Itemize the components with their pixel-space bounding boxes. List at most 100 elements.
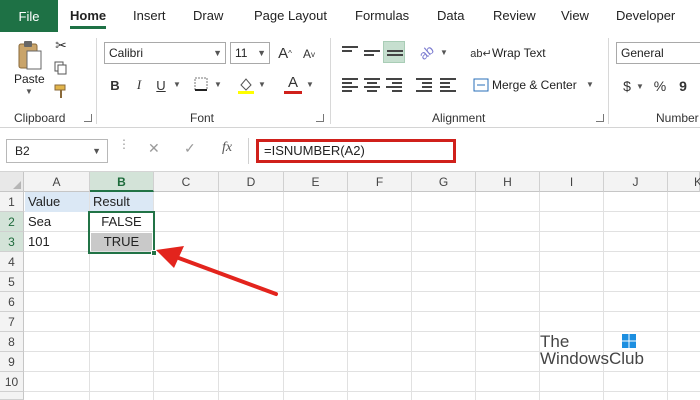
increase-font-size-button[interactable]: A ^ — [276, 42, 294, 64]
name-box[interactable]: B2 ▼ — [6, 139, 108, 163]
paste-button-label[interactable]: Paste — [14, 72, 45, 86]
comma-style-button[interactable]: 9 — [676, 76, 690, 96]
gridline — [24, 331, 700, 332]
italic-button[interactable]: I — [130, 74, 148, 96]
row-header-1[interactable]: 1 — [0, 192, 24, 212]
column-header-e[interactable]: E — [284, 172, 348, 192]
font-launcher-icon[interactable] — [316, 114, 324, 122]
merge-dropdown-icon[interactable]: ▼ — [586, 80, 594, 89]
currency-button[interactable]: $ — [620, 76, 634, 96]
currency-dropdown-icon[interactable]: ▼ — [636, 82, 644, 91]
number-group-label: Number — [656, 111, 699, 125]
row-header-10[interactable]: 10 — [0, 372, 24, 392]
tab-review[interactable]: Review — [493, 0, 536, 32]
font-color-button[interactable]: A — [283, 72, 303, 96]
row-header-2[interactable]: 2 — [0, 212, 24, 232]
gridline — [411, 192, 412, 400]
align-bottom-button[interactable] — [383, 41, 405, 63]
orientation-icon[interactable]: ab — [412, 38, 440, 66]
row-header-4[interactable]: 4 — [0, 252, 24, 272]
decrease-font-size-button[interactable]: Av — [300, 44, 318, 64]
borders-dropdown-icon[interactable]: ▼ — [214, 80, 222, 89]
column-header-b[interactable]: B — [90, 172, 154, 192]
bold-button[interactable]: B — [106, 74, 124, 96]
gridline — [475, 192, 476, 400]
gridline — [667, 192, 668, 400]
row-header-9[interactable]: 9 — [0, 352, 24, 372]
wrap-text-button[interactable]: Wrap Text — [492, 46, 546, 60]
column-header-g[interactable]: G — [412, 172, 476, 192]
windows-logo-icon — [622, 334, 636, 348]
paste-dropdown-icon[interactable]: ▼ — [25, 87, 33, 96]
chevron-down-icon: ▼ — [257, 48, 266, 58]
column-header-j[interactable]: J — [604, 172, 668, 192]
name-box-value: B2 — [15, 144, 30, 158]
format-painter-icon[interactable] — [52, 82, 70, 100]
row-header-7[interactable]: 7 — [0, 312, 24, 332]
underline-dropdown-icon[interactable]: ▼ — [173, 80, 181, 89]
tab-insert[interactable]: Insert — [133, 0, 166, 32]
font-color-icon: A — [287, 73, 298, 91]
orientation-dropdown-icon[interactable]: ▼ — [440, 48, 448, 57]
align-middle-icon[interactable] — [364, 46, 380, 60]
fill-color-dropdown-icon[interactable]: ▼ — [258, 80, 266, 89]
cancel-icon[interactable]: ✕ — [148, 140, 160, 157]
number-format-value: General — [621, 46, 664, 60]
copy-icon[interactable] — [52, 59, 70, 77]
tab-home[interactable]: Home — [70, 0, 107, 32]
enter-icon[interactable]: ✓ — [184, 140, 196, 157]
align-center-icon[interactable] — [364, 78, 380, 92]
column-header-i[interactable]: I — [540, 172, 604, 192]
tab-page-layout[interactable]: Page Layout — [254, 0, 327, 32]
annotation-arrow — [156, 246, 278, 296]
tab-file[interactable]: File — [0, 0, 58, 32]
column-header-k[interactable]: K — [668, 172, 700, 192]
cell-b1[interactable]: Result — [90, 192, 153, 212]
column-header-f[interactable]: F — [348, 172, 412, 192]
font-size-select[interactable]: 11 ▼ — [230, 42, 270, 64]
cell-a3[interactable]: 101 — [25, 232, 89, 252]
cell-a1[interactable]: Value — [25, 192, 89, 212]
tab-data[interactable]: Data — [437, 0, 464, 32]
align-bottom-icon — [387, 46, 403, 60]
column-header-a[interactable]: A — [24, 172, 90, 192]
row-header-6[interactable]: 6 — [0, 292, 24, 312]
merge-center-button[interactable]: Merge & Center — [492, 78, 577, 92]
alignment-launcher-icon[interactable] — [596, 114, 604, 122]
row-header-11[interactable] — [0, 392, 24, 400]
clipboard-launcher-icon[interactable] — [84, 114, 92, 122]
paste-icon[interactable] — [14, 38, 46, 74]
insert-function-icon[interactable]: fx — [222, 140, 232, 156]
merge-center-icon — [472, 76, 490, 94]
fill-color-icon[interactable] — [236, 75, 256, 95]
font-color-dropdown-icon[interactable]: ▼ — [306, 80, 314, 89]
formula-input[interactable]: =ISNUMBER(A2) — [256, 139, 456, 163]
column-header-d[interactable]: D — [219, 172, 284, 192]
underline-button[interactable]: U — [152, 74, 170, 96]
select-all-button[interactable] — [0, 172, 24, 192]
align-top-icon[interactable] — [342, 46, 358, 60]
number-format-select[interactable]: General — [616, 42, 700, 64]
tab-formulas[interactable]: Formulas — [355, 0, 409, 32]
ribbon-tab-bar: File Home Insert Draw Page Layout Formul… — [0, 0, 700, 32]
decrease-indent-icon[interactable] — [416, 78, 432, 92]
column-header-c[interactable]: C — [154, 172, 219, 192]
align-left-icon[interactable] — [342, 78, 358, 92]
cell-a2[interactable]: Sea — [25, 212, 89, 232]
tab-draw[interactable]: Draw — [193, 0, 223, 32]
tab-developer[interactable]: Developer — [616, 0, 675, 32]
row-header-3[interactable]: 3 — [0, 232, 24, 252]
font-name-select[interactable]: Calibri ▼ — [104, 42, 226, 64]
gridline — [347, 192, 348, 400]
align-right-icon[interactable] — [386, 78, 402, 92]
formula-bar-divider — [248, 138, 249, 164]
borders-icon[interactable] — [192, 75, 210, 93]
row-header-8[interactable]: 8 — [0, 332, 24, 352]
increase-indent-icon[interactable] — [440, 78, 456, 92]
cut-icon[interactable]: ✂ — [52, 36, 70, 54]
tab-view[interactable]: View — [561, 0, 589, 32]
percent-button[interactable]: % — [652, 76, 668, 96]
formula-bar-grip-icon[interactable]: ⋮ — [118, 138, 130, 150]
column-header-h[interactable]: H — [476, 172, 540, 192]
row-header-5[interactable]: 5 — [0, 272, 24, 292]
